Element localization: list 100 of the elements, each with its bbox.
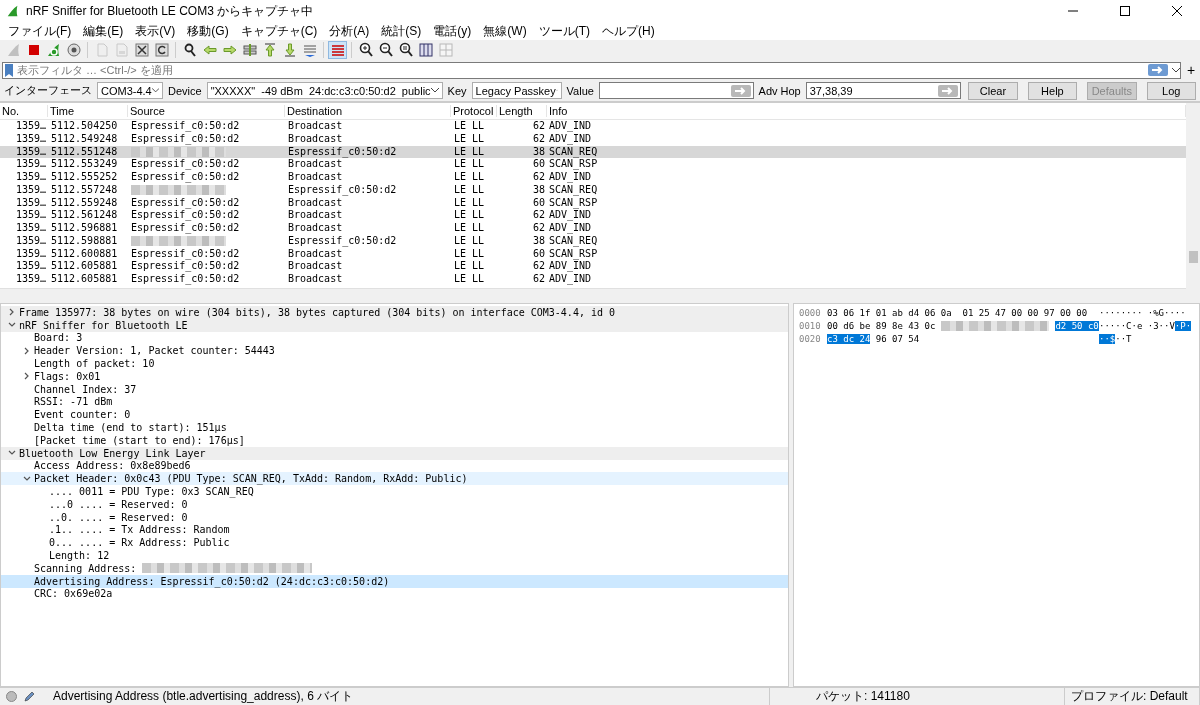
packet-row[interactable]: 1359… 5112.559248 Espressif_c0:50:d2 Broadcast LE LL 60 SCAN_RSP: [0, 196, 1186, 210]
packet-row[interactable]: 1359… 5112.600881 Espressif_c0:50:d2 Broadcast LE LL 60 SCAN_RSP: [0, 247, 1186, 261]
chevron-down-icon[interactable]: [23, 474, 31, 483]
menu-item[interactable]: 表示(V): [129, 22, 182, 40]
column-header[interactable]: Length: [497, 105, 547, 117]
interface-select[interactable]: COM3-4.4: [97, 82, 163, 99]
table-cell-text: SCAN_RSP: [548, 247, 599, 261]
zoom-out-icon: [377, 42, 394, 58]
tree-row[interactable]: Advertising Address: Espressif_c0:50:d2 (24:dc:c3:c0:50:d2): [1, 574, 788, 588]
hex-bytes[interactable]: 96 07 54: [870, 333, 920, 344]
ascii-bytes[interactable]: ········ ·%G····: [1099, 307, 1186, 318]
tree-row[interactable]: Scanning Address:: [1, 561, 788, 575]
tree-row[interactable]: Packet Header: 0x0c43 (PDU Type: SCAN_REQ, TxAdd: Random, RxAdd: Public): [1, 472, 788, 486]
tree-row[interactable]: RSSI: -71 dBm: [1, 395, 788, 409]
chevron-right-icon[interactable]: [23, 346, 31, 355]
table-cell-text: Espressif_c0:50:d2: [130, 158, 241, 171]
column-header[interactable]: No.: [0, 105, 48, 117]
table-cell-text: 38: [531, 183, 546, 197]
table-cell-text: Broadcast: [287, 260, 344, 273]
ascii-bytes[interactable]: ·····C·e ·3··V: [1099, 320, 1175, 331]
toolbar-text-button[interactable]: Log: [1146, 81, 1196, 100]
tree-row[interactable]: [Packet time (start to end): 176µs]: [1, 433, 788, 447]
ascii-bytes[interactable]: ··T: [1115, 333, 1132, 344]
key-select[interactable]: Legacy Passkey: [471, 82, 562, 99]
toolbar-button[interactable]: [152, 41, 171, 59]
display-filter-field[interactable]: 表示フィルタ … <Ctrl-/> を適用: [2, 61, 1181, 79]
menu-item[interactable]: ファイル(F): [2, 22, 78, 40]
table-cell-text: 1359…: [14, 171, 47, 184]
table-cell-text: Broadcast: [287, 120, 344, 133]
packet-row[interactable]: 1359… 5112.605881 Espressif_c0:50:d2 Broadcast LE LL 62 ADV_IND: [0, 260, 1186, 273]
hex-bytes[interactable]: 03 06 1f 01 ab d4 06 0a 01 25 47 00 00 97 00 00: [827, 307, 1088, 318]
dropdown-caret-icon: [151, 88, 159, 93]
toolbar-text-button[interactable]: Help: [1027, 81, 1078, 100]
tree-row[interactable]: ..0. .... = Reserved: 0: [1, 510, 788, 524]
profile-text: プロファイル: Default: [1071, 688, 1188, 705]
table-cell-text: 5112.605881: [50, 260, 119, 273]
table-cell-text: 5112.504250: [50, 120, 119, 133]
tree-item-text: Event counter: 0: [34, 409, 131, 421]
ascii-bytes[interactable]: ··$: [1099, 333, 1116, 344]
menu-item[interactable]: ツール(T): [532, 22, 596, 40]
table-cell-text: Broadcast: [287, 171, 344, 184]
packet-row[interactable]: 1359… 5112.504250 Espressif_c0:50:d2 Broadcast LE LL 62 ADV_IND: [0, 120, 1186, 133]
filter-input[interactable]: 表示フィルタ … <Ctrl-/> を適用: [17, 64, 1144, 76]
tree-row[interactable]: Board: 3: [1, 331, 788, 345]
adv-hop-field[interactable]: 37,38,39: [805, 82, 962, 99]
menu-item[interactable]: ヘルプ(H): [596, 22, 661, 40]
value-field[interactable]: [598, 82, 754, 99]
menu-item[interactable]: 分析(A): [323, 22, 376, 40]
table-cell-text: 1359…: [14, 222, 47, 235]
packet-row[interactable]: 1359… 5112.557248 Espressif_c0:50:d2 LE LL 38 SCAN_REQ: [0, 183, 1186, 197]
toolbar-text-button[interactable]: Clear: [968, 81, 1018, 100]
hex-bytes[interactable]: 00 d6 be 89 8e 43 0c: [827, 320, 936, 331]
packet-row[interactable]: 1359… 5112.561248 Espressif_c0:50:d2 Broadcast LE LL 62 ADV_IND: [0, 209, 1186, 222]
tree-row[interactable]: Access Address: 0x8e89bed6: [1, 459, 788, 473]
menu-item[interactable]: 統計(S): [375, 22, 428, 40]
tree-row[interactable]: Delta time (end to start): 151µs: [1, 421, 788, 434]
tree-row[interactable]: Flags: 0x01: [1, 370, 788, 383]
menu-item[interactable]: 移動(G): [181, 22, 235, 40]
table-cell-text: 5112.553249: [50, 158, 119, 171]
tree-row[interactable]: Bluetooth Low Energy Link Layer: [1, 446, 788, 460]
go-to-packet-icon: [241, 42, 258, 58]
tree-row[interactable]: ...0 .... = Reserved: 0: [1, 497, 788, 511]
column-header[interactable]: Protocol: [451, 105, 497, 117]
menu-item[interactable]: キャプチャ(C): [234, 22, 324, 40]
packet-row[interactable]: 1359… 5112.598881 Espressif_c0:50:d2 LE LL 38 SCAN_REQ: [0, 234, 1186, 248]
menu-item[interactable]: 編集(E): [77, 22, 130, 40]
add-filter-button[interactable]: +: [1184, 62, 1198, 78]
device-select[interactable]: "XXXXX" -49 dBm 24:dc:c3:c0:50:d2 public: [206, 82, 443, 99]
table-cell-text: Espressif_c0:50:d2: [130, 222, 241, 235]
packet-row[interactable]: 1359… 5112.555252 Espressif_c0:50:d2 Broadcast LE LL 62 ADV_IND: [0, 171, 1186, 184]
packet-row[interactable]: 1359… 5112.553249 Espressif_c0:50:d2 Broadcast LE LL 60 SCAN_RSP: [0, 158, 1186, 171]
packet-row[interactable]: 1359… 5112.596881 Espressif_c0:50:d2 Broadcast LE LL 62 ADV_IND: [0, 222, 1186, 235]
shark-fin-icon: [45, 42, 62, 58]
menu-item[interactable]: 無線(W): [477, 22, 533, 40]
vertical-scrollbar[interactable]: [1186, 103, 1200, 299]
tree-row[interactable]: Length: 12: [1, 549, 788, 562]
table-cell-text: LE LL: [453, 222, 486, 235]
toolbar-button[interactable]: [132, 41, 151, 59]
tree-row[interactable]: CRC: 0x69e02a: [1, 587, 788, 601]
column-header[interactable]: Time: [48, 105, 128, 117]
column-header[interactable]: Source: [128, 105, 285, 117]
menu-item[interactable]: 電話(y): [427, 22, 478, 40]
chevron-right-icon[interactable]: [23, 372, 31, 381]
tree-row[interactable]: .... 0011 = PDU Type: 0x3 SCAN_REQ: [1, 485, 788, 498]
hex-bytes[interactable]: c3 dc 24: [827, 333, 871, 344]
packet-row[interactable]: 1359… 5112.605881 Espressif_c0:50:d2 Broadcast LE LL 62 ADV_IND: [0, 273, 1186, 286]
packet-row[interactable]: 1359… 5112.551248 Espressif_c0:50:d2 LE LL 38 SCAN_REQ: [0, 145, 1186, 159]
table-cell-text: SCAN_RSP: [548, 196, 599, 210]
tree-row[interactable]: Channel Index: 37: [1, 382, 788, 396]
chevron-right-icon[interactable]: [8, 308, 16, 317]
tree-row[interactable]: Frame 135977: 38 bytes on wire (304 bits), 38 bytes captured (304 bits) on interface COM3-4.4, id 0: [1, 306, 788, 319]
tree-row[interactable]: Header Version: 1, Packet counter: 54443: [1, 344, 788, 358]
packet-row[interactable]: 1359… 5112.549248 Espressif_c0:50:d2 Broadcast LE LL 62 ADV_IND: [0, 132, 1186, 146]
tree-row[interactable]: Length of packet: 10: [1, 357, 788, 370]
tree-row[interactable]: 0... .... = Rx Address: Public: [1, 536, 788, 550]
tree-row[interactable]: .1.. .... = Tx Address: Random: [1, 523, 788, 537]
tree-row[interactable]: Event counter: 0: [1, 408, 788, 422]
hex-bytes[interactable]: d2 50 c0: [1055, 320, 1099, 331]
table-cell-text: 62: [531, 222, 546, 235]
column-header[interactable]: Destination: [285, 105, 451, 117]
